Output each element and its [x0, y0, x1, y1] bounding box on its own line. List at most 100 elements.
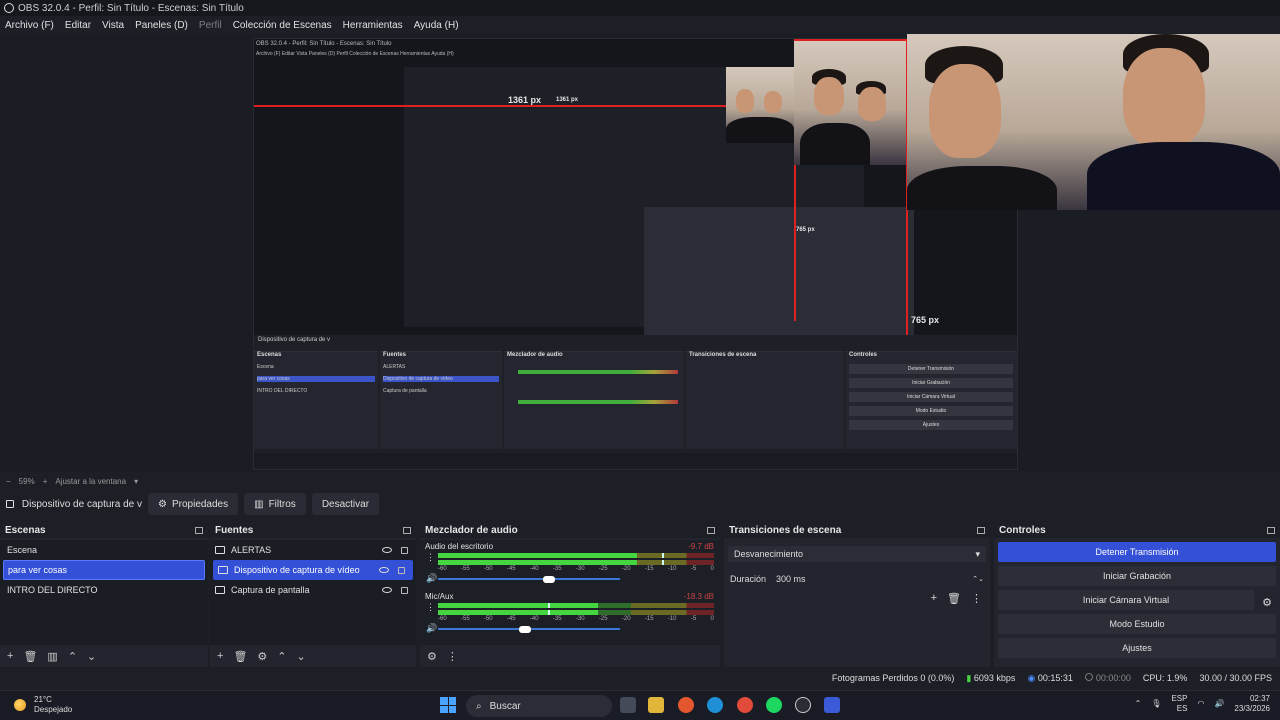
- properties-button[interactable]: ⚙ Propiedades: [148, 493, 239, 515]
- chevron-up-icon[interactable]: ⌃: [1135, 699, 1142, 709]
- chevron-down-icon[interactable]: ⌄: [87, 650, 96, 663]
- nested-mixer-title: Mezclador de audio: [507, 352, 563, 358]
- advanced-audio-icon[interactable]: ⚙: [427, 650, 437, 663]
- spotify-icon[interactable]: [766, 697, 782, 713]
- menu-item[interactable]: Archivo (F): [5, 20, 54, 31]
- kebab-menu-icon[interactable]: ⋮: [426, 602, 435, 613]
- spin-buttons[interactable]: ⌃⌄: [972, 575, 984, 583]
- fit-to-window[interactable]: Ajustar a la ventana: [55, 477, 126, 486]
- speaker-icon[interactable]: 🔊: [426, 623, 437, 634]
- task-view-icon[interactable]: [620, 697, 636, 713]
- preview-canvas[interactable]: OBS 32.0.4 - Perfil: Sin Título - Escena…: [253, 38, 1018, 470]
- audio-mixer-dock: Mezclador de audio Audio del escritorio -…: [420, 522, 720, 667]
- app-icon[interactable]: [824, 697, 840, 713]
- menu-item[interactable]: Colección de Escenas: [233, 20, 332, 31]
- undock-icon[interactable]: [1267, 526, 1275, 534]
- nested-mixer-dock: Mezclador de audio: [504, 351, 684, 449]
- source-item[interactable]: ALERTAS: [210, 540, 416, 560]
- chevron-down-icon[interactable]: ⌄: [297, 650, 306, 663]
- eye-icon[interactable]: [382, 587, 392, 593]
- scene-item[interactable]: Escena: [0, 540, 208, 560]
- menu-item[interactable]: Paneles (D): [135, 20, 188, 31]
- nested-control-button: Iniciar Cámara Virtual: [849, 392, 1013, 402]
- preview-area[interactable]: OBS 32.0.4 - Perfil: Sin Título - Escena…: [0, 34, 1280, 472]
- fader-knob[interactable]: [543, 576, 556, 583]
- chrome-icon[interactable]: [737, 697, 753, 713]
- window-titlebar: OBS 32.0.4 - Perfil: Sin Título - Escena…: [0, 0, 1280, 16]
- transition-select[interactable]: Desvanecimiento ▾: [728, 546, 986, 562]
- language-indicator[interactable]: ESP ES: [1171, 694, 1187, 714]
- eye-icon[interactable]: [382, 547, 392, 553]
- trash-icon[interactable]: 🗑: [947, 592, 961, 605]
- taskbar-search[interactable]: ⌕ Buscar: [466, 695, 612, 717]
- menu-item[interactable]: Ayuda (H): [414, 20, 459, 31]
- undock-icon[interactable]: [977, 526, 985, 534]
- gear-icon[interactable]: ⚙: [1262, 596, 1272, 609]
- weather-widget[interactable]: 21°C Despejado: [14, 695, 72, 715]
- volume-meter: [438, 553, 714, 558]
- nested-control-button: Modo Estudio: [849, 406, 1013, 416]
- transitions-dock-title: Transiciones de escena: [724, 522, 990, 538]
- width-label-inner: 1361 px: [556, 97, 579, 103]
- filters-button[interactable]: ▥ Filtros: [244, 493, 306, 515]
- edge-icon[interactable]: [707, 697, 723, 713]
- chevron-down-icon[interactable]: ▾: [134, 477, 138, 486]
- undock-icon[interactable]: [707, 526, 715, 534]
- deactivate-button[interactable]: Desactivar: [311, 493, 380, 515]
- source-item[interactable]: Dispositivo de captura de vídeo: [213, 560, 413, 580]
- kebab-menu-icon[interactable]: ⋮: [426, 552, 435, 563]
- source-item[interactable]: Captura de pantalla: [210, 580, 416, 600]
- lock-icon[interactable]: [401, 546, 408, 554]
- control-button[interactable]: Iniciar Cámara Virtual: [998, 590, 1254, 610]
- menu-item[interactable]: Editar: [65, 20, 91, 31]
- file-explorer-icon[interactable]: [648, 697, 664, 713]
- nested-meter: [518, 370, 678, 374]
- obs-taskbar-icon[interactable]: [795, 697, 811, 713]
- sources-footer: + 🗑 ⚙ ⌃ ⌄: [210, 645, 416, 667]
- volume-fader[interactable]: [438, 626, 620, 633]
- scene-item[interactable]: para ver cosas: [3, 560, 205, 580]
- eye-icon[interactable]: [379, 567, 389, 573]
- zoom-in-button[interactable]: +: [43, 477, 48, 486]
- kebab-menu-icon[interactable]: ⋮: [447, 650, 458, 663]
- menu-item[interactable]: Perfil: [199, 20, 222, 31]
- windows-start-icon[interactable]: [440, 697, 456, 713]
- chevron-up-icon[interactable]: ⌃: [277, 650, 286, 663]
- volume-icon[interactable]: 🔊: [1214, 699, 1224, 709]
- duration-input[interactable]: 300 ms: [776, 574, 962, 584]
- trash-icon[interactable]: 🗑: [233, 650, 247, 663]
- trash-icon[interactable]: 🗑: [23, 650, 37, 663]
- add-icon[interactable]: +: [217, 650, 223, 662]
- undock-icon[interactable]: [403, 526, 411, 534]
- bitrate: ▮ 6093 kbps: [966, 673, 1015, 684]
- undock-icon[interactable]: [195, 526, 203, 534]
- speaker-icon[interactable]: 🔊: [426, 573, 437, 584]
- filter-icon[interactable]: ▥: [47, 650, 57, 663]
- control-button[interactable]: Ajustes: [998, 638, 1276, 658]
- nested-meter: [518, 400, 678, 404]
- chevron-up-icon[interactable]: ⌃: [68, 650, 77, 663]
- fader-knob[interactable]: [519, 626, 532, 633]
- wifi-icon[interactable]: ◠: [1197, 699, 1204, 709]
- gear-icon[interactable]: ⚙: [257, 650, 267, 663]
- volume-fader[interactable]: [438, 576, 620, 583]
- add-icon[interactable]: +: [931, 592, 937, 605]
- source-toolbar: Dispositivo de captura de v ⚙ Propiedade…: [0, 492, 1280, 516]
- add-icon[interactable]: +: [7, 650, 13, 662]
- height-label: 765 px: [911, 315, 940, 325]
- firefox-icon[interactable]: [678, 697, 694, 713]
- lock-icon[interactable]: [401, 586, 408, 594]
- control-button[interactable]: Iniciar Grabación: [998, 566, 1276, 586]
- lock-icon[interactable]: [398, 566, 405, 574]
- kebab-menu-icon[interactable]: ⋮: [971, 592, 982, 605]
- control-button[interactable]: Detener Transmisión: [998, 542, 1276, 562]
- nested-control-button: Detener Transmisión: [849, 364, 1013, 374]
- mic-icon[interactable]: 🎙: [1151, 699, 1161, 709]
- scene-item[interactable]: INTRO DEL DIRECTO: [0, 580, 208, 600]
- zoom-out-button[interactable]: −: [6, 477, 11, 486]
- volume-meter: [438, 610, 714, 615]
- menu-item[interactable]: Herramientas: [343, 20, 403, 31]
- clock[interactable]: 02:37 23/3/2026: [1234, 694, 1270, 714]
- control-button[interactable]: Modo Estudio: [998, 614, 1276, 634]
- menu-item[interactable]: Vista: [102, 20, 124, 31]
